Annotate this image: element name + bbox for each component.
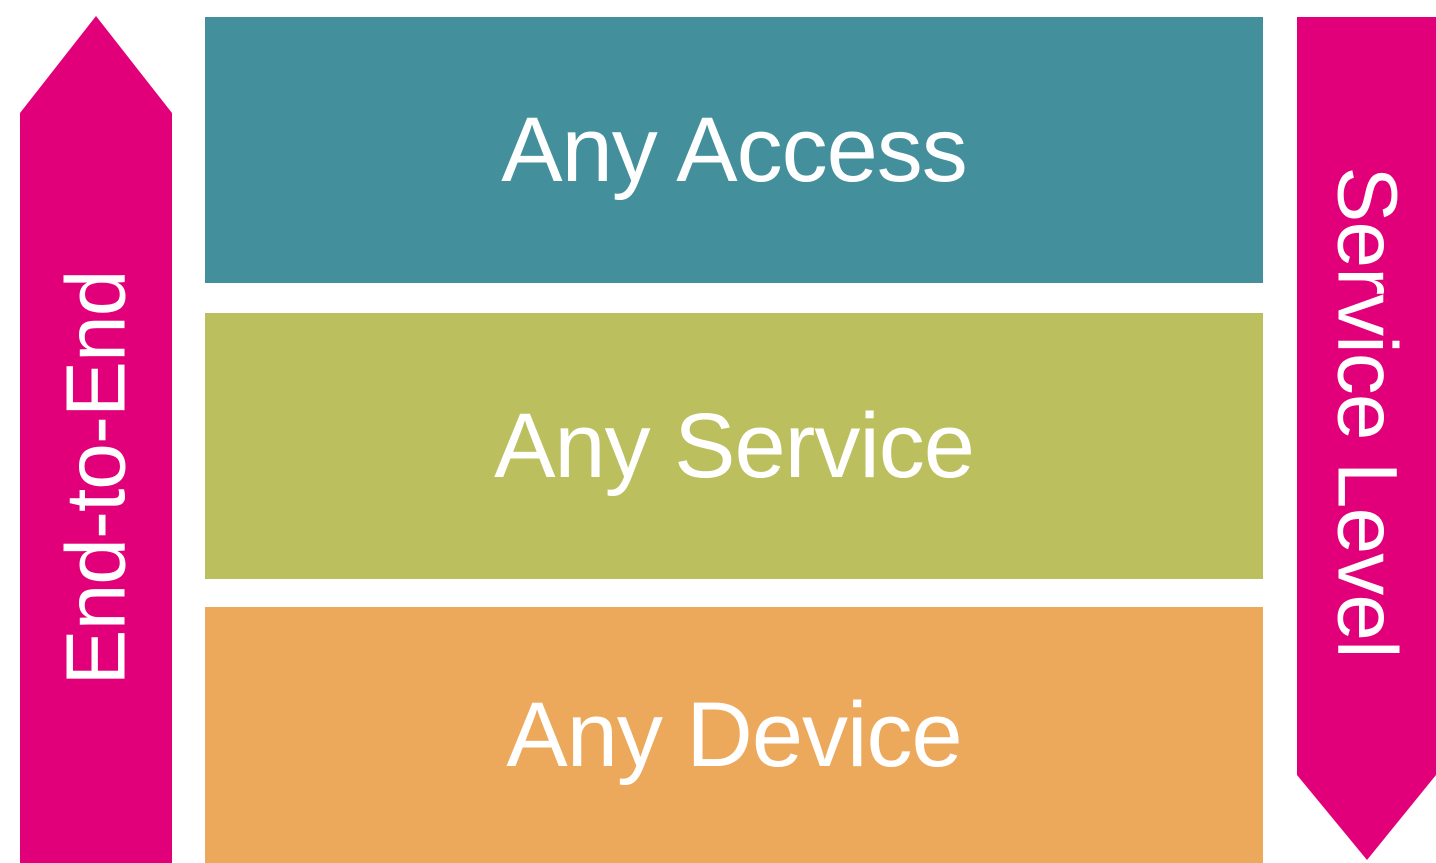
any-access-block: Any Access <box>205 17 1263 283</box>
end-to-end-label: End-to-End <box>48 270 143 686</box>
service-level-label: Service Level <box>1320 166 1415 658</box>
any-device-block: Any Device <box>205 607 1263 863</box>
any-device-label: Any Device <box>506 683 962 786</box>
any-access-label: Any Access <box>501 98 968 201</box>
diagram-canvas: End-to-End Service Level Any Access Any … <box>0 0 1436 863</box>
any-service-block: Any Service <box>205 313 1263 579</box>
any-service-label: Any Service <box>494 394 975 497</box>
